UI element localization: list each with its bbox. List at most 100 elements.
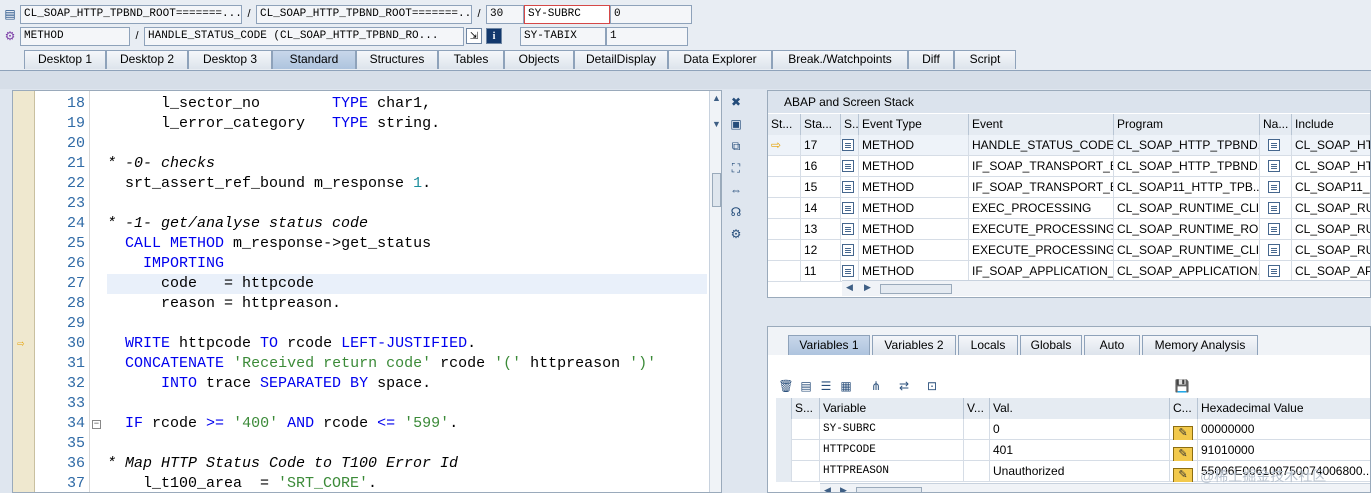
list-icon[interactable]: ☰: [818, 378, 834, 394]
tab-variables-1[interactable]: Variables 1: [788, 335, 870, 355]
services-tool-icon[interactable]: ☊: [728, 204, 744, 220]
code-line[interactable]: 32 INTO trace SEPARATED BY space.: [13, 374, 709, 394]
scroll-up-icon[interactable]: ▲: [712, 93, 721, 103]
table-row[interactable]: 11 METHOD IF_SOAP_APPLICATION_... CL_SOA…: [768, 261, 1370, 282]
code-line[interactable]: 22 srt_assert_ref_bound m_response 1.: [13, 174, 709, 194]
table-row[interactable]: HTTPCODE 401 ✎ 91010000: [776, 440, 1370, 461]
variable-value[interactable]: 0: [990, 419, 1170, 440]
code-line[interactable]: 28 reason = httpreason.: [13, 294, 709, 314]
column-header[interactable]: Program: [1114, 114, 1260, 135]
settings-tool-icon[interactable]: ⚙: [728, 226, 744, 242]
row-selector[interactable]: [776, 461, 792, 482]
tab-desktop-1[interactable]: Desktop 1: [24, 50, 106, 69]
tab-desktop-2[interactable]: Desktop 2: [106, 50, 188, 69]
event-type-field[interactable]: METHOD: [20, 26, 130, 46]
transfer-icon[interactable]: ⇄: [896, 378, 912, 394]
navigate-icon[interactable]: [1260, 240, 1292, 261]
code-line[interactable]: 33: [13, 394, 709, 414]
table-row[interactable]: ⇨ 17 METHOD HANDLE_STATUS_CODE CL_SOAP_H…: [768, 135, 1370, 156]
tab-detaildisplay[interactable]: DetailDisplay: [574, 50, 668, 69]
program-field[interactable]: CL_SOAP_HTTP_TPBND_ROOT=======...: [20, 4, 242, 24]
filter-icon[interactable]: ⊡: [924, 378, 940, 394]
resize-tool-icon[interactable]: ⇔: [728, 182, 744, 198]
table-row[interactable]: 15 METHOD IF_SOAP_TRANSPORT_B... CL_SOAP…: [768, 177, 1370, 198]
scroll-right-icon[interactable]: ▶: [840, 485, 847, 492]
column-header[interactable]: St...: [768, 114, 801, 135]
navigate-icon[interactable]: [1260, 261, 1292, 282]
tab-desktop-3[interactable]: Desktop 3: [188, 50, 272, 69]
code-line[interactable]: 19 l_error_category TYPE string.: [13, 114, 709, 134]
tab-variables-2[interactable]: Variables 2: [872, 335, 956, 355]
code-line[interactable]: 37 l_t100_area = 'SRT_CORE'.: [13, 474, 709, 492]
column-header[interactable]: Include: [1292, 114, 1370, 135]
code-line[interactable]: 29: [13, 314, 709, 334]
scroll-left-icon[interactable]: ◀: [824, 485, 831, 492]
scroll-thumb[interactable]: [856, 487, 922, 492]
column-header[interactable]: Hexadecimal Value: [1198, 398, 1370, 419]
code-line[interactable]: 35: [13, 434, 709, 454]
scroll-down-icon[interactable]: ▼: [712, 119, 721, 129]
sysvar-value-field-2[interactable]: 1: [606, 26, 688, 46]
tab-structures[interactable]: Structures: [356, 50, 438, 69]
navigate-icon[interactable]: [1260, 219, 1292, 240]
table-row[interactable]: 12 METHOD EXECUTE_PROCESSING CL_SOAP_RUN…: [768, 240, 1370, 261]
variable-name[interactable]: SY-SUBRC: [820, 419, 964, 440]
sysvar-name-field[interactable]: SY-SUBRC: [524, 4, 610, 24]
info-icon[interactable]: i: [486, 28, 502, 44]
code-line[interactable]: 31 CONCATENATE 'Received return code' rc…: [13, 354, 709, 374]
hierarchy-icon[interactable]: ⋔: [868, 378, 884, 394]
column-header[interactable]: Variable: [820, 398, 964, 419]
column-header[interactable]: S...: [841, 114, 859, 135]
column-header[interactable]: Event Type: [859, 114, 969, 135]
code-line[interactable]: 25 CALL METHOD m_response->get_status: [13, 234, 709, 254]
sysvar-value-field[interactable]: 0: [610, 4, 692, 24]
tab-memory-analysis[interactable]: Memory Analysis: [1142, 335, 1258, 355]
tab-diff[interactable]: Diff: [908, 50, 954, 69]
code-line[interactable]: 20: [13, 134, 709, 154]
line-number-field[interactable]: 30: [486, 4, 524, 24]
scroll-left-icon[interactable]: ◀: [846, 282, 853, 293]
save-icon[interactable]: 💾: [1174, 378, 1190, 394]
table-row[interactable]: 16 METHOD IF_SOAP_TRANSPORT_B... CL_SOAP…: [768, 156, 1370, 177]
change-value-button[interactable]: ✎: [1170, 440, 1198, 461]
fold-toggle-icon[interactable]: −: [92, 420, 101, 429]
delete-icon[interactable]: 🗑: [778, 378, 794, 394]
variable-name[interactable]: HTTPREASON: [820, 461, 964, 482]
tab-script[interactable]: Script: [954, 50, 1016, 69]
close-tool-icon[interactable]: ✖: [728, 94, 744, 110]
tab-objects[interactable]: Objects: [504, 50, 574, 69]
navigate-icon[interactable]: [1260, 156, 1292, 177]
column-header[interactable]: V...: [964, 398, 990, 419]
details-icon[interactable]: ▤: [798, 378, 814, 394]
tab-globals[interactable]: Globals: [1020, 335, 1082, 355]
source-code-editor[interactable]: 18 l_sector_no TYPE char1, 19 l_error_ca…: [12, 90, 722, 493]
code-line[interactable]: 18 l_sector_no TYPE char1,: [13, 94, 709, 114]
change-value-button[interactable]: ✎: [1170, 419, 1198, 440]
column-header[interactable]: Na...: [1260, 114, 1292, 135]
new-tool-icon[interactable]: ▣: [728, 116, 744, 132]
table-row[interactable]: 13 METHOD EXECUTE_PROCESSING CL_SOAP_RUN…: [768, 219, 1370, 240]
tab-data-explorer[interactable]: Data Explorer: [668, 50, 772, 69]
variable-value[interactable]: 401: [990, 440, 1170, 461]
table-row[interactable]: SY-SUBRC 0 ✎ 00000000: [776, 419, 1370, 440]
swap-tool-icon[interactable]: ⧉: [728, 138, 744, 154]
row-selector[interactable]: [776, 419, 792, 440]
scroll-right-icon[interactable]: ▶: [864, 282, 871, 293]
include-field[interactable]: CL_SOAP_HTTP_TPBND_ROOT=======...: [256, 4, 472, 24]
navigate-icon[interactable]: ⇲: [466, 28, 482, 44]
column-header[interactable]: Val.: [990, 398, 1170, 419]
column-header[interactable]: Sta...: [801, 114, 841, 135]
tab-standard[interactable]: Standard: [272, 50, 356, 69]
change-value-button[interactable]: ✎: [1170, 461, 1198, 482]
code-line[interactable]: 24 * -1- get/analyse status code: [13, 214, 709, 234]
tab-locals[interactable]: Locals: [958, 335, 1018, 355]
sysvar-name-field-2[interactable]: SY-TABIX: [520, 26, 606, 46]
scroll-thumb[interactable]: [712, 173, 721, 207]
code-line[interactable]: 34− IF rcode >= '400' AND rcode <= '599'…: [13, 414, 709, 434]
tab-tables[interactable]: Tables: [438, 50, 504, 69]
table-row[interactable]: 14 METHOD EXEC_PROCESSING CL_SOAP_RUNTIM…: [768, 198, 1370, 219]
column-header[interactable]: S...: [792, 398, 820, 419]
navigate-icon[interactable]: [1260, 135, 1292, 156]
navigate-icon[interactable]: [1260, 198, 1292, 219]
tab-auto[interactable]: Auto: [1084, 335, 1140, 355]
